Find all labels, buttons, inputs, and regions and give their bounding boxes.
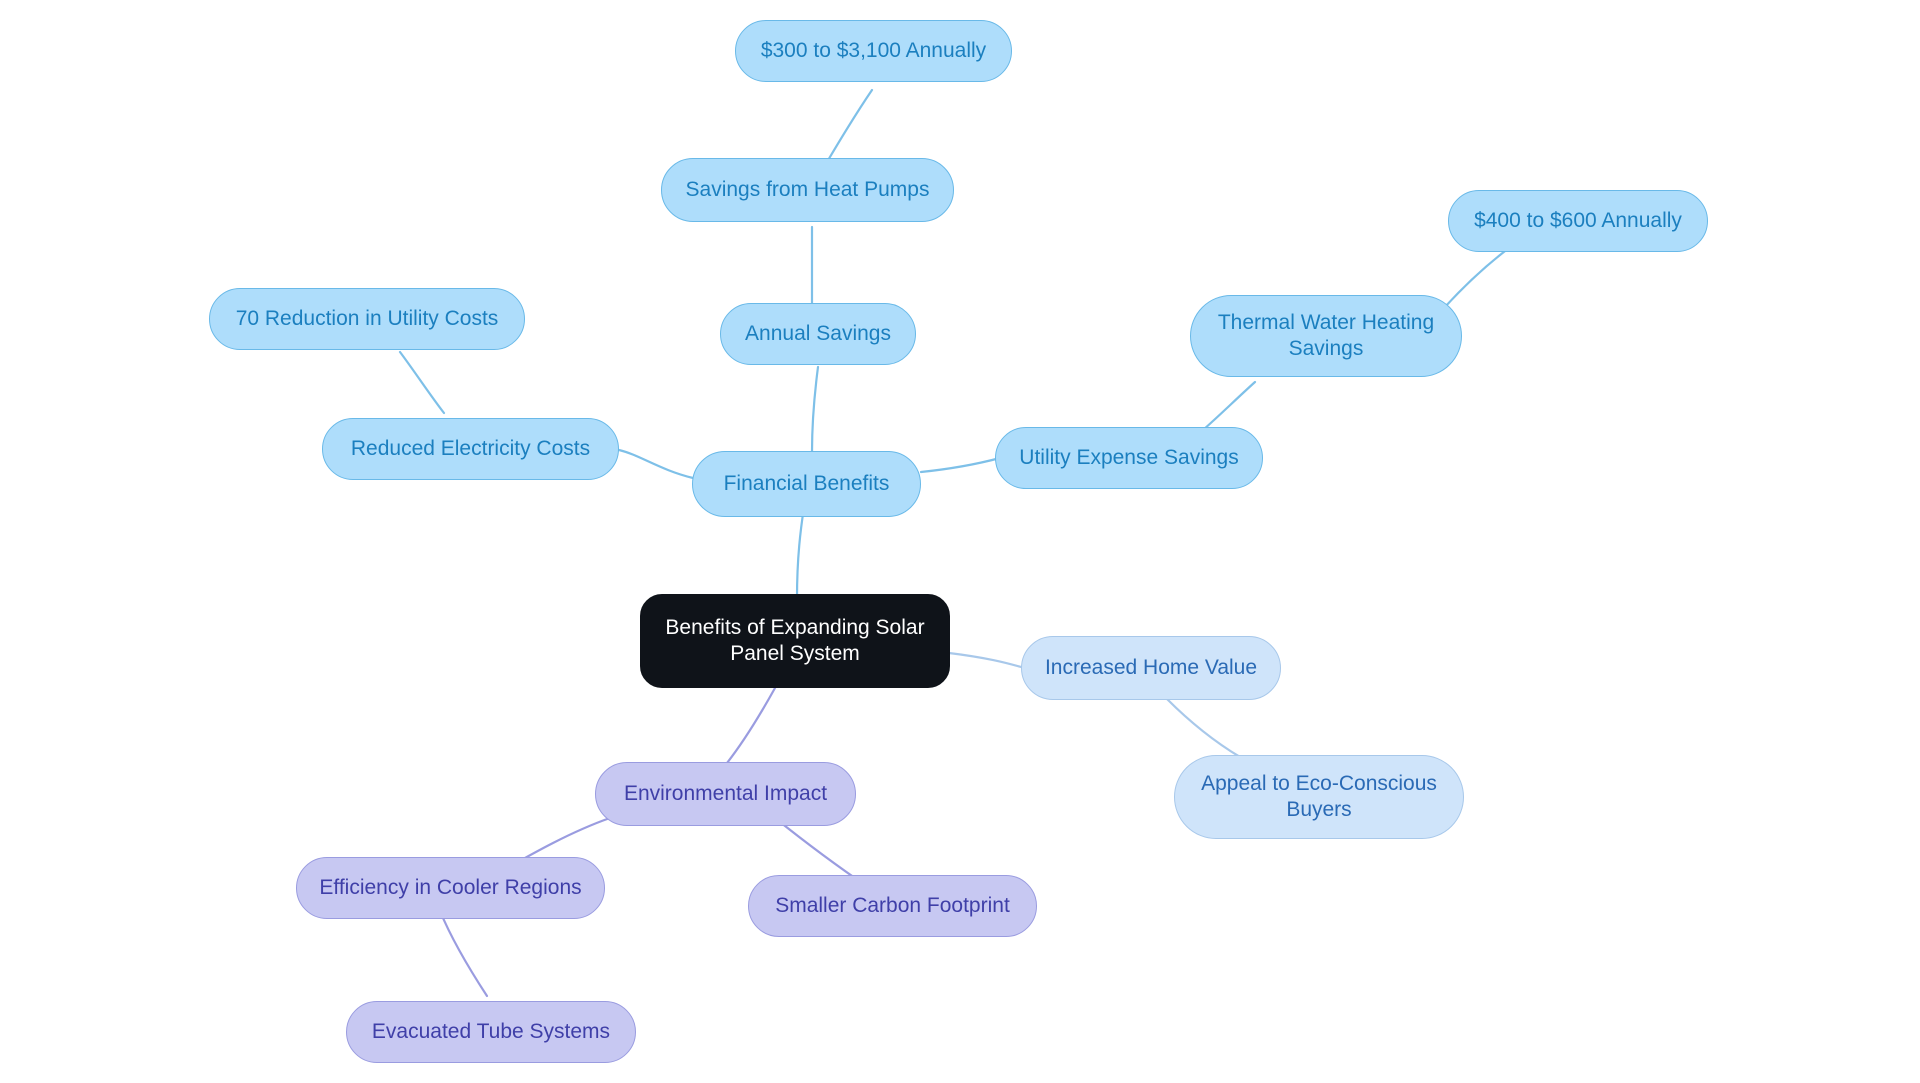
node-smaller-carbon-footprint[interactable]: Smaller Carbon Footprint — [748, 875, 1037, 937]
node-label: Annual Savings — [745, 322, 891, 346]
node-label: Appeal to Eco-Conscious Buyers — [1201, 772, 1437, 821]
node-root-benefits-of-expanding-solar-panel-system[interactable]: Benefits of Expanding Solar Panel System — [640, 594, 950, 688]
node-reduced-electricity-costs[interactable]: Reduced Electricity Costs — [322, 418, 619, 480]
node-thermal-range[interactable]: $400 to $600 Annually — [1448, 190, 1708, 252]
node-label: Evacuated Tube Systems — [371, 1020, 611, 1044]
node-label: Savings from Heat Pumps — [685, 178, 930, 202]
node-thermal-water-heating-savings[interactable]: Thermal Water Heating Savings — [1190, 295, 1462, 377]
node-financial-benefits[interactable]: Financial Benefits — [692, 451, 921, 517]
edge-efficiency-evacuated-tube — [438, 909, 489, 998]
node-label: Reduced Electricity Costs — [350, 437, 591, 461]
node-savings-from-heat-pumps[interactable]: Savings from Heat Pumps — [661, 158, 954, 222]
node-appeal-eco-conscious-buyers[interactable]: Appeal to Eco-Conscious Buyers — [1174, 755, 1464, 839]
edge-financial-utility-expense — [919, 456, 1002, 474]
edge-home-value-eco-buyers — [1165, 697, 1242, 759]
mindmap-canvas: $300 to $3,100 Annually Savings from Hea… — [0, 0, 1920, 1083]
node-utility-expense-savings[interactable]: Utility Expense Savings — [995, 427, 1263, 489]
node-label: Utility Expense Savings — [1019, 446, 1239, 470]
node-heat-pump-savings-range[interactable]: $300 to $3,100 Annually — [735, 20, 1012, 82]
node-label: Financial Benefits — [723, 472, 890, 496]
node-label: Environmental Impact — [623, 782, 828, 806]
node-annual-savings[interactable]: Annual Savings — [720, 303, 916, 365]
edge-financial-reduced-electricity — [617, 448, 695, 480]
node-label: $300 to $3,100 Annually — [760, 39, 987, 63]
node-increased-home-value[interactable]: Increased Home Value — [1021, 636, 1281, 700]
node-label: Benefits of Expanding Solar Panel System — [665, 616, 925, 665]
edge-thermal-water-range — [1442, 243, 1515, 310]
node-evacuated-tube-systems[interactable]: Evacuated Tube Systems — [346, 1001, 636, 1063]
node-label: Increased Home Value — [1044, 656, 1258, 680]
edge-root-home-value — [947, 651, 1023, 669]
node-utility-cost-reduction[interactable]: 70 Reduction in Utility Costs — [209, 288, 525, 350]
edge-reduced-electricity-utility-reduction — [398, 350, 446, 415]
node-label: Thermal Water Heating Savings — [1217, 311, 1435, 360]
node-efficiency-in-cooler-regions[interactable]: Efficiency in Cooler Regions — [296, 857, 605, 919]
node-environmental-impact[interactable]: Environmental Impact — [595, 762, 856, 826]
node-label: Smaller Carbon Footprint — [775, 894, 1010, 918]
node-label: $400 to $600 Annually — [1474, 209, 1682, 233]
edge-root-environmental — [725, 686, 777, 765]
node-label: Efficiency in Cooler Regions — [319, 876, 582, 900]
node-label: 70 Reduction in Utility Costs — [235, 307, 499, 331]
edge-financial-annual-savings — [810, 365, 820, 454]
edge-heat-pumps-range — [825, 88, 874, 164]
